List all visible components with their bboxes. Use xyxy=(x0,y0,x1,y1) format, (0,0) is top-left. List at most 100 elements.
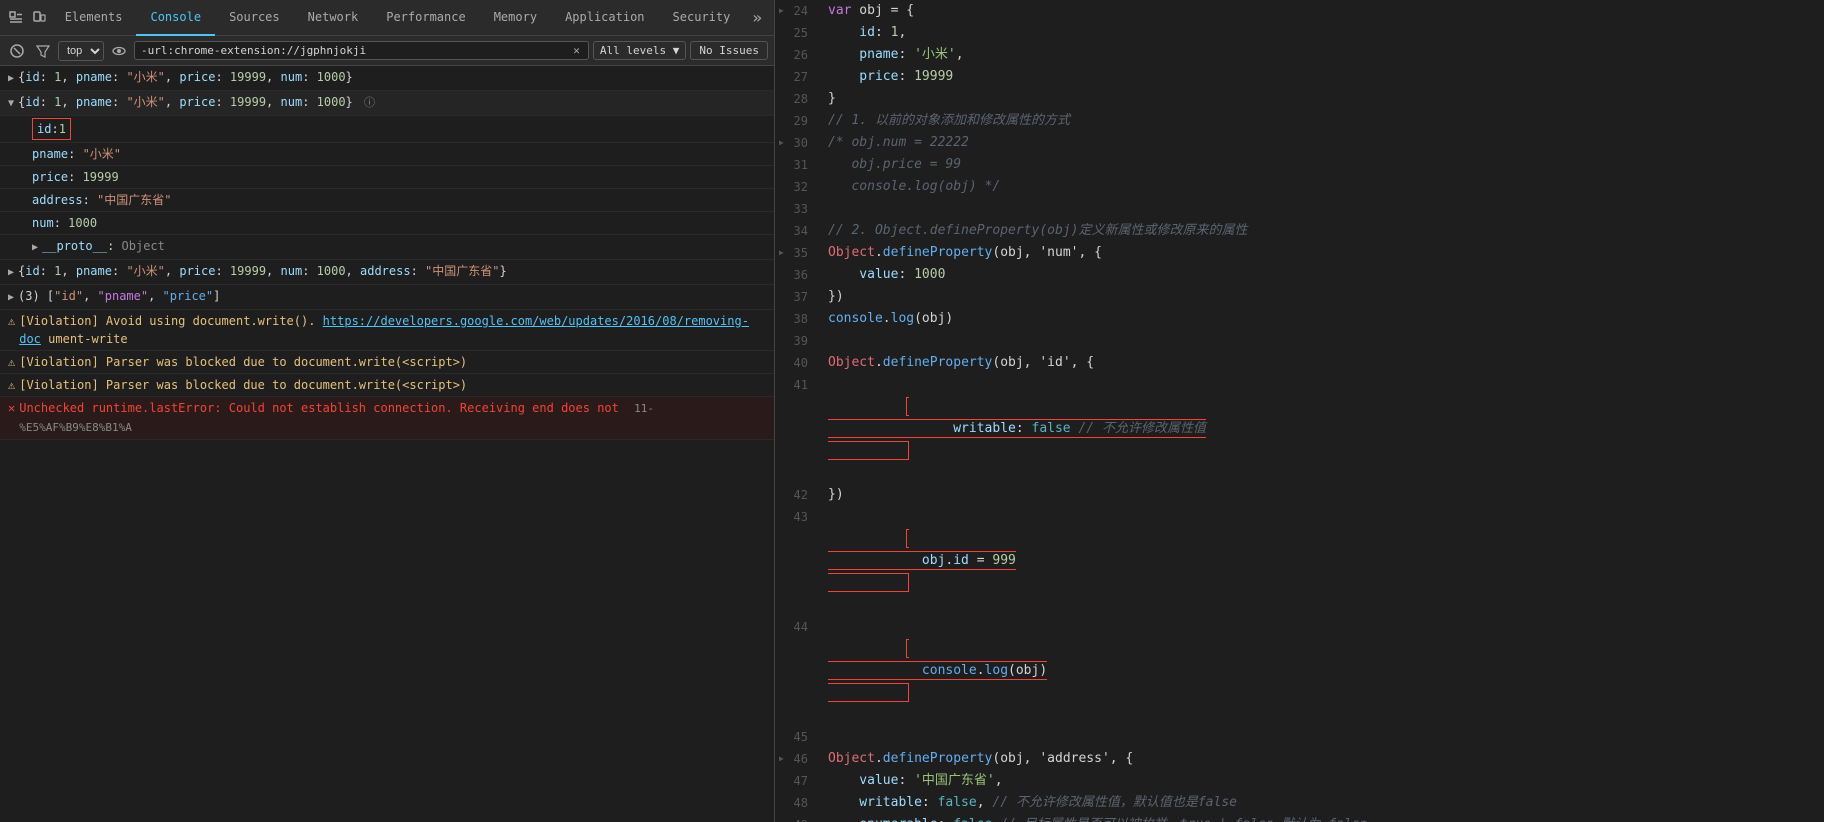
live-expression-button[interactable] xyxy=(108,40,130,62)
clear-url-filter[interactable]: ✕ xyxy=(571,44,582,57)
line-number: 25 xyxy=(775,22,820,44)
devtools-panel: Elements Console Sources Network Perform… xyxy=(0,0,775,822)
clear-console-button[interactable] xyxy=(6,40,28,62)
code-line-40: 40 Object.defineProperty(obj, 'id', { xyxy=(775,352,1824,374)
line-number: 41 xyxy=(775,374,820,396)
line-number: 45 xyxy=(775,726,820,748)
tab-security[interactable]: Security xyxy=(659,0,745,36)
line-number: 39 xyxy=(775,330,820,352)
main-container: Elements Console Sources Network Perform… xyxy=(0,0,1824,822)
line-number: 26 xyxy=(775,44,820,66)
line-number: 46 xyxy=(775,748,820,770)
prop-proto-row[interactable]: __proto__: Object xyxy=(0,235,774,260)
line-number: 24 xyxy=(775,0,820,22)
tab-application[interactable]: Application xyxy=(551,0,658,36)
line-number: 47 xyxy=(775,770,820,792)
expand-arrow[interactable] xyxy=(8,289,14,307)
tab-sources[interactable]: Sources xyxy=(215,0,294,36)
console-line[interactable]: {id: 1, pname: "小米", price: 19999, num: … xyxy=(0,260,774,285)
code-line-25: 25 id: 1, xyxy=(775,22,1824,44)
console-line-array[interactable]: (3) ["id", "pname", "price"] xyxy=(0,285,774,310)
warning-line-1[interactable]: ⚠ [Violation] Parser was blocked due to … xyxy=(0,351,774,374)
code-line-35: 35 Object.defineProperty(obj, 'num', { xyxy=(775,242,1824,264)
log-level-filter[interactable]: All levels ▼ xyxy=(593,41,686,60)
code-content: var obj = { xyxy=(820,0,1824,22)
tab-elements[interactable]: Elements xyxy=(51,0,137,36)
line-number: 43 xyxy=(775,506,820,528)
filter-icon[interactable] xyxy=(32,40,54,62)
line-number: 27 xyxy=(775,66,820,88)
console-output[interactable]: {id: 1, pname: "小米", price: 19999, num: … xyxy=(0,66,774,822)
line-number: 34 xyxy=(775,220,820,242)
tab-network[interactable]: Network xyxy=(294,0,373,36)
tab-memory[interactable]: Memory xyxy=(480,0,551,36)
code-line-39: 39 xyxy=(775,330,1824,352)
prop-price-row: price: 19999 xyxy=(0,166,774,189)
code-lines: 24 var obj = { 25 id: 1, 26 pname: '小米',… xyxy=(775,0,1824,822)
tab-console[interactable]: Console xyxy=(136,0,215,36)
line-number: 32 xyxy=(775,176,820,198)
line-number: 42 xyxy=(775,484,820,506)
warning-line-2[interactable]: ⚠ [Violation] Parser was blocked due to … xyxy=(0,374,774,397)
violation-line[interactable]: ⚠ [Violation] Avoid using document.write… xyxy=(0,310,774,351)
more-tabs-button[interactable]: » xyxy=(744,8,770,27)
code-line-26: 26 pname: '小米', xyxy=(775,44,1824,66)
code-line-45: 45 xyxy=(775,726,1824,748)
code-content: Object.defineProperty(obj, 'address', { xyxy=(820,748,1824,770)
tab-performance[interactable]: Performance xyxy=(372,0,479,36)
devtools-tab-bar: Elements Console Sources Network Perform… xyxy=(0,0,774,36)
line-number: 30 xyxy=(775,132,820,154)
code-content: } xyxy=(820,88,1824,110)
code-content: writable: false // 不允许修改属性值 xyxy=(820,374,1824,484)
prop-address-row: address: "中国广东省" xyxy=(0,189,774,212)
proto-arrow[interactable] xyxy=(32,239,38,257)
code-line-27: 27 price: 19999 xyxy=(775,66,1824,88)
code-content: value: 1000 xyxy=(820,264,1824,286)
code-content: }) xyxy=(820,484,1824,506)
code-content: Object.defineProperty(obj, 'num', { xyxy=(820,242,1824,264)
prop-num-row: num: 1000 xyxy=(0,212,774,235)
code-content: pname: '小米', xyxy=(820,44,1824,66)
console-toolbar: top -url:chrome-extension://jgphnjokji ✕… xyxy=(0,36,774,66)
code-line-44: 44 console.log(obj) xyxy=(775,616,1824,726)
console-line-expanded[interactable]: {id: 1, pname: "小米", price: 19999, num: … xyxy=(0,91,774,116)
prop-id-row: id: 1 xyxy=(0,116,774,143)
inspect-element-icon[interactable] xyxy=(4,4,27,32)
line-number: 49 xyxy=(775,814,820,822)
code-line-46: 46 Object.defineProperty(obj, 'address',… xyxy=(775,748,1824,770)
line-number: 29 xyxy=(775,110,820,132)
warning-icon: ⚠ xyxy=(8,353,15,371)
expand-arrow[interactable] xyxy=(8,70,14,88)
url-filter-input[interactable]: -url:chrome-extension://jgphnjokji ✕ xyxy=(134,41,589,60)
issues-count[interactable]: No Issues xyxy=(690,41,768,60)
code-line-33: 33 xyxy=(775,198,1824,220)
context-selector[interactable]: top xyxy=(58,41,104,61)
device-toolbar-icon[interactable] xyxy=(27,4,50,32)
code-line-29: 29 // 1. 以前的对象添加和修改属性的方式 xyxy=(775,110,1824,132)
line-number: 33 xyxy=(775,198,820,220)
error-icon: ✕ xyxy=(8,399,15,417)
code-content: writable: false, // 不允许修改属性值，默认值也是false xyxy=(820,792,1824,814)
line-number: 31 xyxy=(775,154,820,176)
code-line-41: 41 writable: false // 不允许修改属性值 xyxy=(775,374,1824,484)
code-content: id: 1, xyxy=(820,22,1824,44)
line-number: 36 xyxy=(775,264,820,286)
code-line-48: 48 writable: false, // 不允许修改属性值，默认值也是fal… xyxy=(775,792,1824,814)
code-content: /* obj.num = 22222 xyxy=(820,132,1824,154)
line-number: 35 xyxy=(775,242,820,264)
code-content: price: 19999 xyxy=(820,66,1824,88)
expand-arrow[interactable] xyxy=(8,264,14,282)
code-line-49: 49 enumerable: false // 目标属性是否可以被枚举。true… xyxy=(775,814,1824,822)
code-content: enumerable: false // 目标属性是否可以被枚举。true | … xyxy=(820,814,1824,822)
code-content: // 1. 以前的对象添加和修改属性的方式 xyxy=(820,110,1824,132)
code-line-24: 24 var obj = { xyxy=(775,0,1824,22)
error-line[interactable]: ✕ Unchecked runtime.lastError: Could not… xyxy=(0,397,774,440)
code-line-36: 36 value: 1000 xyxy=(775,264,1824,286)
code-content: console.log(obj) */ xyxy=(820,176,1824,198)
code-line-32: 32 console.log(obj) */ xyxy=(775,176,1824,198)
code-line-42: 42 }) xyxy=(775,484,1824,506)
collapse-arrow[interactable] xyxy=(8,95,14,113)
console-line[interactable]: {id: 1, pname: "小米", price: 19999, num: … xyxy=(0,66,774,91)
warning-icon: ⚠ xyxy=(8,312,15,330)
code-content: obj.price = 99 xyxy=(820,154,1824,176)
